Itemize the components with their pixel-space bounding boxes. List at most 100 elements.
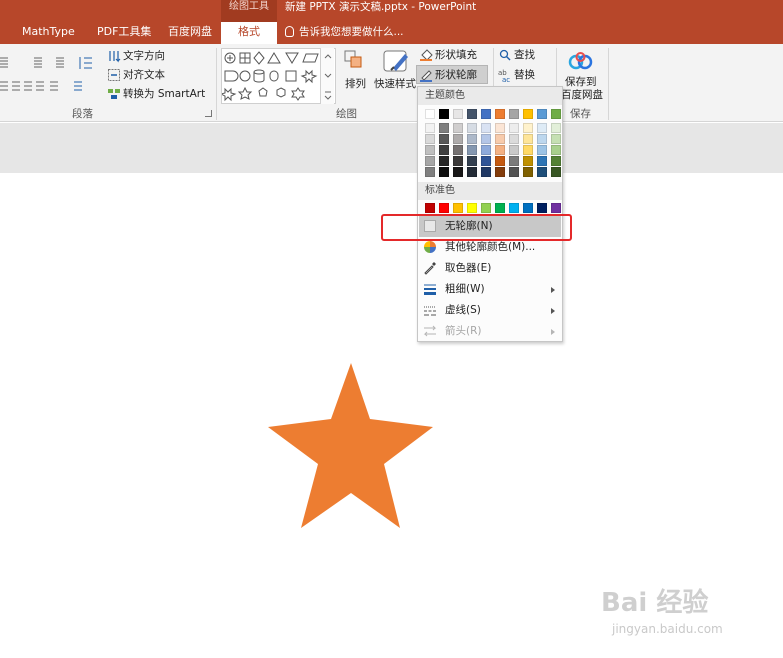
eyedropper-item[interactable]: 取色器(E) xyxy=(419,258,561,279)
replace-button[interactable]: 替换 xyxy=(514,68,535,82)
theme-color-swatch[interactable] xyxy=(425,109,435,119)
save-to-line1[interactable]: 保存到 xyxy=(565,75,597,89)
standard-color-swatch[interactable] xyxy=(551,203,561,213)
theme-color-swatch[interactable] xyxy=(523,156,533,166)
theme-color-swatch[interactable] xyxy=(509,109,519,119)
theme-color-swatch[interactable] xyxy=(537,109,547,119)
standard-color-swatch[interactable] xyxy=(453,203,463,213)
theme-color-swatch[interactable] xyxy=(439,145,449,155)
theme-color-swatch[interactable] xyxy=(509,123,519,133)
theme-color-swatch[interactable] xyxy=(509,156,519,166)
theme-color-swatch[interactable] xyxy=(537,145,547,155)
submenu-arrow-icon xyxy=(551,287,555,293)
paragraph-group-label: 段落 xyxy=(72,108,93,120)
gallery-scrollbar[interactable] xyxy=(320,48,334,104)
theme-color-swatch[interactable] xyxy=(425,156,435,166)
theme-color-swatch[interactable] xyxy=(551,156,561,166)
tab-mathtype[interactable]: MathType xyxy=(22,22,75,44)
theme-color-swatch[interactable] xyxy=(509,134,519,144)
theme-color-swatch[interactable] xyxy=(537,123,547,133)
theme-color-swatch[interactable] xyxy=(481,123,491,133)
theme-color-swatch[interactable] xyxy=(495,123,505,133)
theme-color-swatch[interactable] xyxy=(509,167,519,177)
paint-bucket-icon xyxy=(420,49,433,61)
theme-color-swatch[interactable] xyxy=(551,167,561,177)
standard-color-swatch[interactable] xyxy=(439,203,449,213)
align-text-button[interactable]: 对齐文本 xyxy=(123,68,165,82)
line-weight-item[interactable]: 粗细(W) xyxy=(419,279,561,300)
tab-baidu-netdisk[interactable]: 百度网盘 xyxy=(168,22,212,44)
theme-color-swatch[interactable] xyxy=(481,134,491,144)
theme-color-swatch[interactable] xyxy=(481,156,491,166)
arrows-item[interactable]: 箭头(R) xyxy=(419,321,561,342)
theme-color-swatch[interactable] xyxy=(453,145,463,155)
theme-color-swatch[interactable] xyxy=(453,156,463,166)
theme-color-swatch[interactable] xyxy=(551,145,561,155)
shapes-gallery[interactable] xyxy=(219,48,336,104)
theme-color-swatch[interactable] xyxy=(439,156,449,166)
theme-color-swatch[interactable] xyxy=(439,109,449,119)
theme-color-swatch[interactable] xyxy=(453,167,463,177)
find-button[interactable]: 查找 xyxy=(514,48,535,62)
tab-pdf-tools[interactable]: PDF工具集 xyxy=(97,22,151,44)
theme-color-swatch[interactable] xyxy=(425,123,435,133)
theme-color-swatch[interactable] xyxy=(509,145,519,155)
line-weight-icon xyxy=(424,284,436,295)
save-to-line2[interactable]: 百度网盘 xyxy=(561,88,603,102)
theme-color-swatch[interactable] xyxy=(523,123,533,133)
theme-color-swatch[interactable] xyxy=(537,134,547,144)
paragraph-icons[interactable] xyxy=(0,52,100,104)
standard-color-swatch[interactable] xyxy=(523,203,533,213)
theme-color-swatch[interactable] xyxy=(481,109,491,119)
text-direction-button[interactable]: 文字方向 xyxy=(123,49,165,63)
theme-color-swatch[interactable] xyxy=(495,156,505,166)
theme-color-swatch[interactable] xyxy=(481,145,491,155)
theme-color-swatch[interactable] xyxy=(425,145,435,155)
theme-color-swatch[interactable] xyxy=(551,109,561,119)
theme-color-swatch[interactable] xyxy=(523,109,533,119)
theme-color-swatch[interactable] xyxy=(439,134,449,144)
theme-color-swatch[interactable] xyxy=(439,123,449,133)
standard-color-swatch[interactable] xyxy=(495,203,505,213)
theme-color-swatch[interactable] xyxy=(551,123,561,133)
theme-color-swatch[interactable] xyxy=(467,167,477,177)
convert-smartart-button[interactable]: 转换为 SmartArt xyxy=(123,87,205,101)
theme-color-swatch[interactable] xyxy=(495,134,505,144)
theme-color-swatch[interactable] xyxy=(467,109,477,119)
paragraph-dialog-launcher[interactable] xyxy=(205,110,212,117)
standard-color-swatch[interactable] xyxy=(537,203,547,213)
standard-color-swatch[interactable] xyxy=(467,203,477,213)
standard-color-swatch[interactable] xyxy=(509,203,519,213)
arrange-button[interactable]: 排列 xyxy=(345,77,366,91)
theme-color-swatch[interactable] xyxy=(453,123,463,133)
tab-format[interactable]: 格式 xyxy=(221,22,277,44)
theme-color-swatch[interactable] xyxy=(495,109,505,119)
theme-color-swatch[interactable] xyxy=(425,134,435,144)
theme-color-swatch[interactable] xyxy=(467,156,477,166)
theme-color-swatch[interactable] xyxy=(467,134,477,144)
watermark-brand: Bai 经验 xyxy=(601,588,709,618)
scroll-arrows-icon xyxy=(324,54,332,100)
standard-color-swatch[interactable] xyxy=(481,203,491,213)
theme-color-swatch[interactable] xyxy=(467,123,477,133)
theme-color-swatch[interactable] xyxy=(523,167,533,177)
theme-color-swatch[interactable] xyxy=(537,167,547,177)
theme-color-swatch[interactable] xyxy=(495,167,505,177)
standard-color-swatch[interactable] xyxy=(425,203,435,213)
theme-color-swatch[interactable] xyxy=(481,167,491,177)
theme-color-swatch[interactable] xyxy=(439,167,449,177)
theme-color-swatch[interactable] xyxy=(523,145,533,155)
theme-color-swatch[interactable] xyxy=(495,145,505,155)
dashes-item[interactable]: 虚线(S) xyxy=(419,300,561,321)
star-shape[interactable] xyxy=(268,363,433,528)
theme-color-swatch[interactable] xyxy=(551,134,561,144)
shape-fill-button[interactable]: 形状填充 xyxy=(435,48,477,62)
theme-color-swatch[interactable] xyxy=(467,145,477,155)
theme-color-swatch[interactable] xyxy=(425,167,435,177)
theme-color-swatch[interactable] xyxy=(523,134,533,144)
theme-color-swatch[interactable] xyxy=(453,109,463,119)
theme-color-swatch[interactable] xyxy=(453,134,463,144)
tell-me-box[interactable]: 告诉我您想要做什么... xyxy=(285,22,404,44)
quick-styles-button[interactable]: 快速样式 xyxy=(374,77,416,91)
theme-color-swatch[interactable] xyxy=(537,156,547,166)
